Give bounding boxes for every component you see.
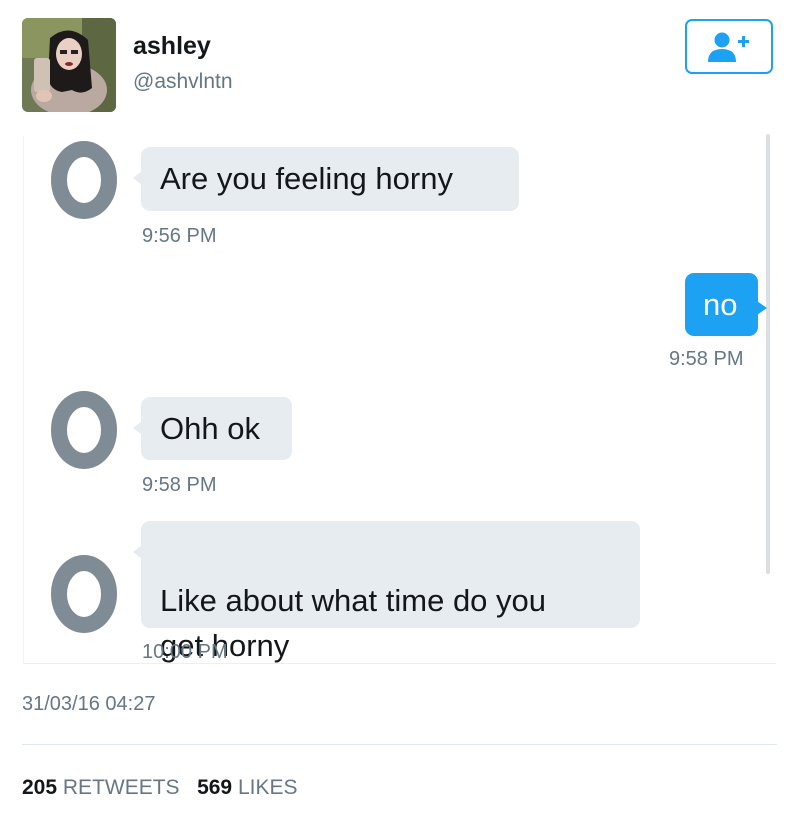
follow-button[interactable] — [685, 19, 773, 74]
like-count: 569 — [197, 776, 233, 799]
sender-avatar-icon — [51, 555, 117, 633]
tweet-date: 31/03/16 04:27 — [22, 693, 156, 715]
message-bubble-sent[interactable]: no — [685, 273, 767, 336]
retweet-label: RETWEETS — [62, 776, 180, 799]
message-timestamp: 9:58 PM — [669, 348, 744, 370]
message-bubble[interactable]: Like about what time do you get horny — [133, 521, 640, 663]
retweet-count: 205 — [22, 776, 58, 799]
message-text: Are you feeling horny — [160, 161, 453, 196]
profile-photo — [22, 18, 116, 112]
user-handle[interactable]: @ashvlntn — [133, 70, 233, 94]
tweet-header: ashley @ashvlntn — [0, 0, 800, 120]
tweet-stats: 205 RETWEETS 569 LIKES — [22, 776, 298, 800]
sender-avatar-icon — [51, 391, 117, 469]
message-text: no — [703, 287, 738, 322]
message-text: Ohh ok — [160, 411, 260, 446]
retweet-stat[interactable]: 205 RETWEETS — [22, 776, 185, 799]
message-timestamp: 9:58 PM — [142, 474, 217, 496]
message-timestamp: 10:00 PM — [142, 641, 228, 663]
like-label: LIKES — [237, 776, 298, 799]
add-user-icon — [708, 32, 749, 62]
like-stat[interactable]: 569 LIKES — [197, 776, 297, 799]
message-timestamp: 9:56 PM — [142, 225, 217, 247]
message-bubble[interactable]: Ohh ok — [133, 397, 292, 460]
divider — [22, 744, 777, 745]
sender-avatar-icon — [51, 141, 117, 219]
thread-scrollbar[interactable] — [766, 134, 770, 574]
user-name[interactable]: ashley — [133, 32, 211, 61]
profile-avatar[interactable] — [22, 18, 116, 112]
message-bubble[interactable]: Are you feeling horny — [133, 147, 519, 211]
